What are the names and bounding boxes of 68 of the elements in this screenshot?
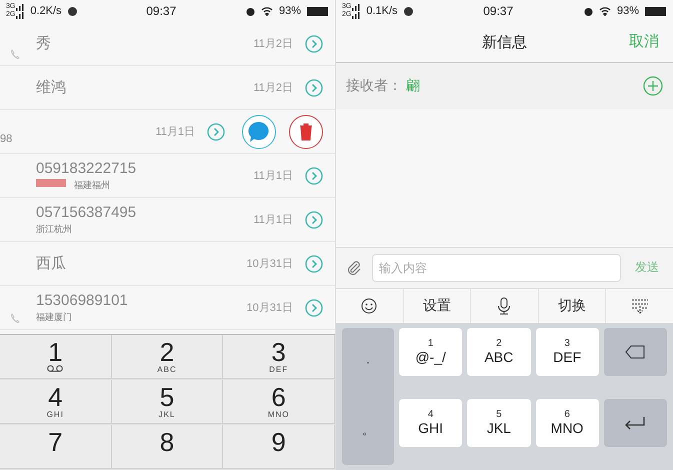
contact-name: 98 xyxy=(0,133,14,145)
clock-time: 09:37 xyxy=(482,4,514,18)
contact-name: 057156387495 xyxy=(36,204,138,220)
punctuation-key[interactable]: 。 xyxy=(342,396,394,465)
recipient-label: 接收者： xyxy=(346,77,402,95)
contact-name: 059183222715 xyxy=(36,160,138,176)
keyboard-key[interactable]: 4 GHI xyxy=(399,398,462,447)
dial-key[interactable]: 4 GHI xyxy=(0,380,112,424)
wifi-icon xyxy=(260,6,273,16)
delete-button[interactable] xyxy=(289,114,323,148)
call-date: 10月31日 xyxy=(246,301,293,315)
message-input[interactable]: 输入内容 xyxy=(372,254,621,282)
battery-percent: 93% xyxy=(278,5,301,17)
dial-key[interactable]: 6 MNO xyxy=(223,380,335,424)
chevron-right-icon[interactable] xyxy=(305,78,323,96)
keyboard-key[interactable]: 6 MNO xyxy=(536,398,599,447)
chevron-right-icon[interactable] xyxy=(207,122,225,140)
call-date: 11月1日 xyxy=(253,169,293,183)
chevron-right-icon[interactable] xyxy=(305,254,323,272)
chevron-right-icon[interactable] xyxy=(305,166,323,184)
add-icon[interactable] xyxy=(643,76,663,96)
dial-key[interactable]: 1 xyxy=(0,335,112,379)
dial-key[interactable]: 2 ABC xyxy=(112,335,224,379)
call-date: 11月1日 xyxy=(253,213,293,227)
location-text: 福建福州 xyxy=(74,178,110,192)
return-icon xyxy=(624,416,646,430)
smiley-icon xyxy=(361,298,378,314)
contact-name: 秀 xyxy=(36,34,52,53)
dial-key[interactable]: 8 xyxy=(112,425,224,469)
page-title: 新信息 xyxy=(482,32,527,52)
dial-key[interactable]: 5 JKL xyxy=(112,380,224,424)
backspace-icon xyxy=(625,344,646,358)
message-button[interactable] xyxy=(242,114,276,148)
location-text: 福建厦门 xyxy=(36,310,72,324)
wifi-icon xyxy=(598,6,611,16)
keyboard-key[interactable]: 2 ABC xyxy=(467,328,530,376)
dial-key[interactable]: 9 xyxy=(223,425,335,469)
backspace-key[interactable] xyxy=(604,328,667,376)
contact-name: 15306989101 xyxy=(36,292,129,308)
call-date: 10月31日 xyxy=(246,257,293,271)
contact-name: 维鸿 xyxy=(36,78,67,97)
enter-key[interactable] xyxy=(604,398,667,447)
network-speed: 0.1K/s xyxy=(366,5,398,17)
battery-icon xyxy=(645,6,667,16)
voicemail-icon xyxy=(47,365,64,372)
dial-key[interactable]: 3 DEF xyxy=(223,335,335,379)
microphone-icon xyxy=(497,296,512,314)
contact-name: 西瓜 xyxy=(36,254,67,273)
chevron-right-icon[interactable] xyxy=(305,34,323,52)
call-date: 11月2日 xyxy=(253,81,293,95)
keyboard-key[interactable]: 1 @-_/ xyxy=(399,328,462,376)
chevron-right-icon[interactable] xyxy=(305,210,323,228)
keyboard-key[interactable]: 3 DEF xyxy=(536,328,599,376)
hide-keyboard-icon xyxy=(630,298,649,314)
trash-icon xyxy=(299,122,313,140)
clock-time: 09:37 xyxy=(145,4,178,18)
punctuation-key[interactable]: · xyxy=(342,328,394,396)
location-text: 浙江杭州 xyxy=(36,222,72,236)
call-date: 11月1日 xyxy=(155,125,195,139)
network-speed: 0.2K/s xyxy=(30,5,62,17)
call-date: 11月2日 xyxy=(253,37,293,51)
battery-percent: 93% xyxy=(616,5,639,17)
dial-key[interactable]: 7 xyxy=(0,425,112,469)
battery-icon xyxy=(307,6,329,16)
paperclip-icon[interactable] xyxy=(346,260,362,276)
keyboard-key[interactable]: 5 JKL xyxy=(467,398,530,447)
chevron-right-icon[interactable] xyxy=(305,298,323,316)
speech-bubble-icon xyxy=(248,120,270,142)
